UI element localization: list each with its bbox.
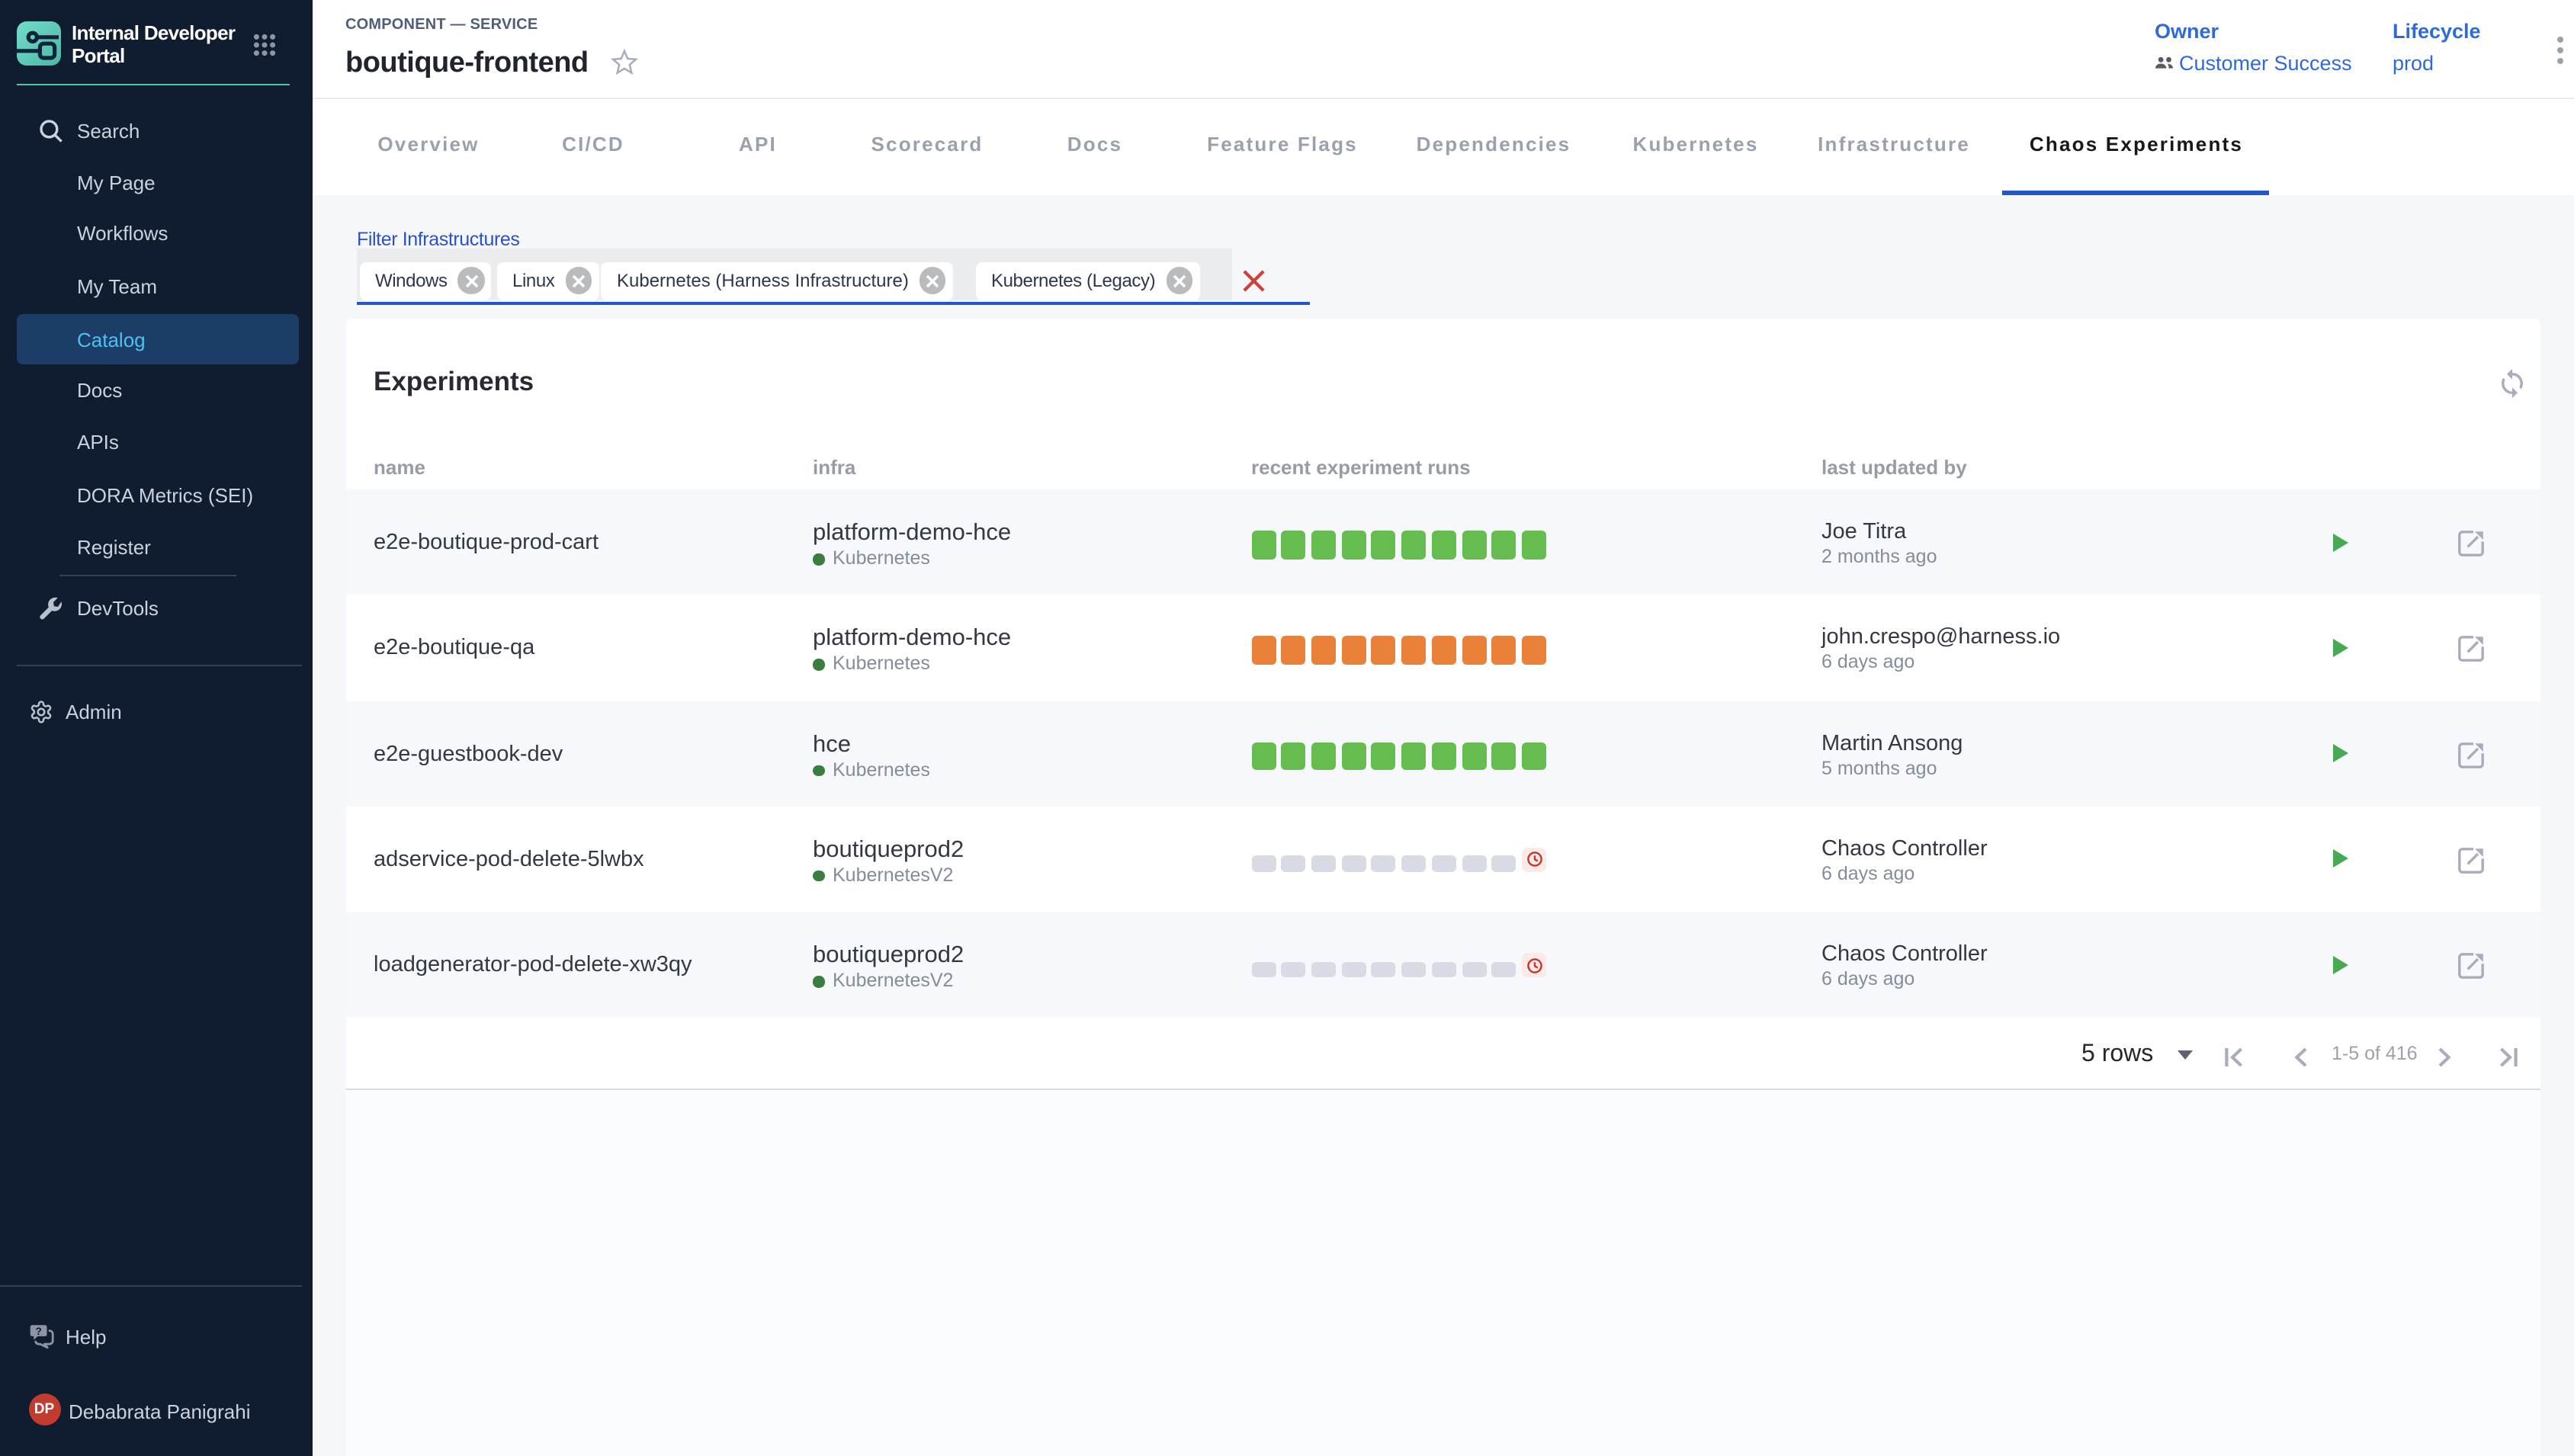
svg-text:?: ? <box>35 1325 41 1336</box>
